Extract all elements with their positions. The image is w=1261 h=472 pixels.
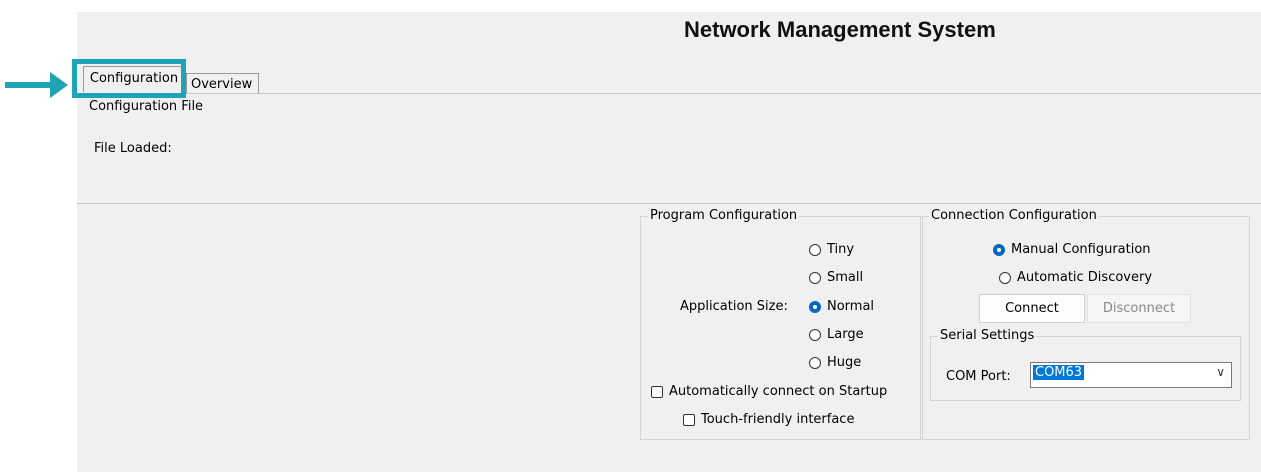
radio-unchecked-icon (809, 271, 821, 284)
size-huge-label: Huge (827, 355, 862, 370)
radio-checked-icon (993, 243, 1005, 256)
application-size-label: Application Size: (680, 299, 788, 314)
chevron-down-icon: ∨ (1216, 365, 1225, 379)
window-title: Network Management System (684, 17, 996, 42)
auto-connect-checkbox[interactable]: Automatically connect on Startup (651, 384, 887, 399)
connect-button[interactable]: Connect (979, 294, 1085, 323)
radio-unchecked-icon (999, 271, 1011, 284)
tab-panel-border (77, 93, 1261, 94)
manual-configuration-radio[interactable]: Manual Configuration (993, 242, 1151, 257)
size-normal-radio[interactable]: Normal (809, 299, 874, 314)
touch-friendly-label: Touch-friendly interface (701, 412, 855, 427)
size-large-radio[interactable]: Large (809, 327, 864, 342)
radio-checked-icon (809, 300, 821, 313)
program-configuration-group (640, 216, 921, 440)
radio-unchecked-icon (809, 356, 821, 369)
checkbox-unchecked-icon (651, 385, 663, 398)
radio-unchecked-icon (809, 328, 821, 341)
tab-configuration-label: Configuration (89, 71, 179, 86)
tab-overview-label: Overview (191, 77, 253, 92)
manual-configuration-label: Manual Configuration (1011, 242, 1151, 257)
program-configuration-legend: Program Configuration (648, 208, 800, 223)
file-loaded-label: File Loaded: (94, 141, 172, 156)
size-small-label: Small (827, 270, 864, 285)
size-normal-label: Normal (827, 299, 875, 314)
tab-overview[interactable]: Overview (186, 73, 259, 93)
com-port-label: COM Port: (946, 369, 1011, 384)
size-tiny-label: Tiny (827, 242, 855, 257)
configuration-file-group (77, 102, 1261, 204)
size-small-radio[interactable]: Small (809, 270, 863, 285)
connection-configuration-legend: Connection Configuration (929, 208, 1099, 223)
automatic-discovery-radio[interactable]: Automatic Discovery (999, 270, 1152, 285)
serial-settings-legend: Serial Settings (938, 328, 1037, 343)
auto-connect-label: Automatically connect on Startup (669, 384, 888, 399)
automatic-discovery-label: Automatic Discovery (1017, 270, 1153, 285)
size-huge-radio[interactable]: Huge (809, 355, 861, 370)
size-large-label: Large (827, 327, 864, 342)
disconnect-button[interactable]: Disconnect (1087, 294, 1191, 323)
com-port-select[interactable]: COM63 ∨ (1030, 362, 1232, 388)
checkbox-unchecked-icon (683, 413, 695, 426)
touch-friendly-checkbox[interactable]: Touch-friendly interface (683, 412, 854, 427)
size-tiny-radio[interactable]: Tiny (809, 242, 854, 257)
tab-configuration[interactable]: Configuration (83, 66, 185, 92)
arrow-pointer-icon (5, 72, 68, 98)
com-port-value: COM63 (1033, 365, 1085, 380)
radio-unchecked-icon (809, 243, 821, 256)
configuration-file-legend: Configuration File (88, 99, 205, 114)
